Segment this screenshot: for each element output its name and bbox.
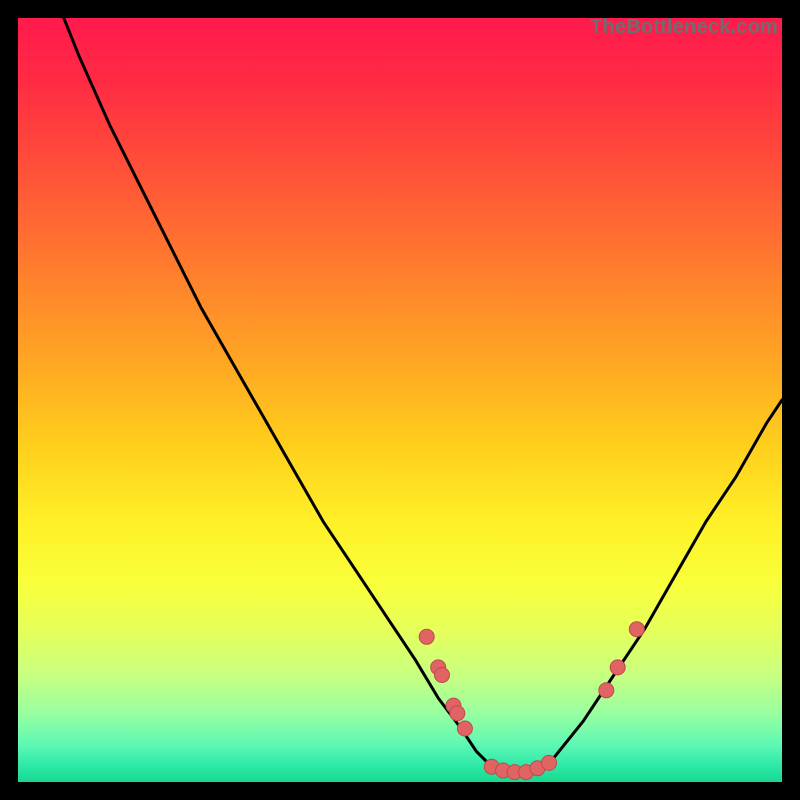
plot-area: TheBottleneck.com [18, 18, 782, 782]
marker-dot [629, 622, 644, 637]
chart-svg [18, 18, 782, 782]
marker-dot [542, 755, 557, 770]
watermark-text: TheBottleneck.com [590, 16, 778, 39]
marker-dots [419, 622, 644, 780]
marker-dot [450, 706, 465, 721]
marker-dot [419, 629, 434, 644]
marker-dot [599, 683, 614, 698]
marker-dot [457, 721, 472, 736]
marker-dot [435, 668, 450, 683]
bottleneck-curve [64, 18, 782, 774]
marker-dot [610, 660, 625, 675]
chart-frame: TheBottleneck.com [18, 18, 782, 782]
